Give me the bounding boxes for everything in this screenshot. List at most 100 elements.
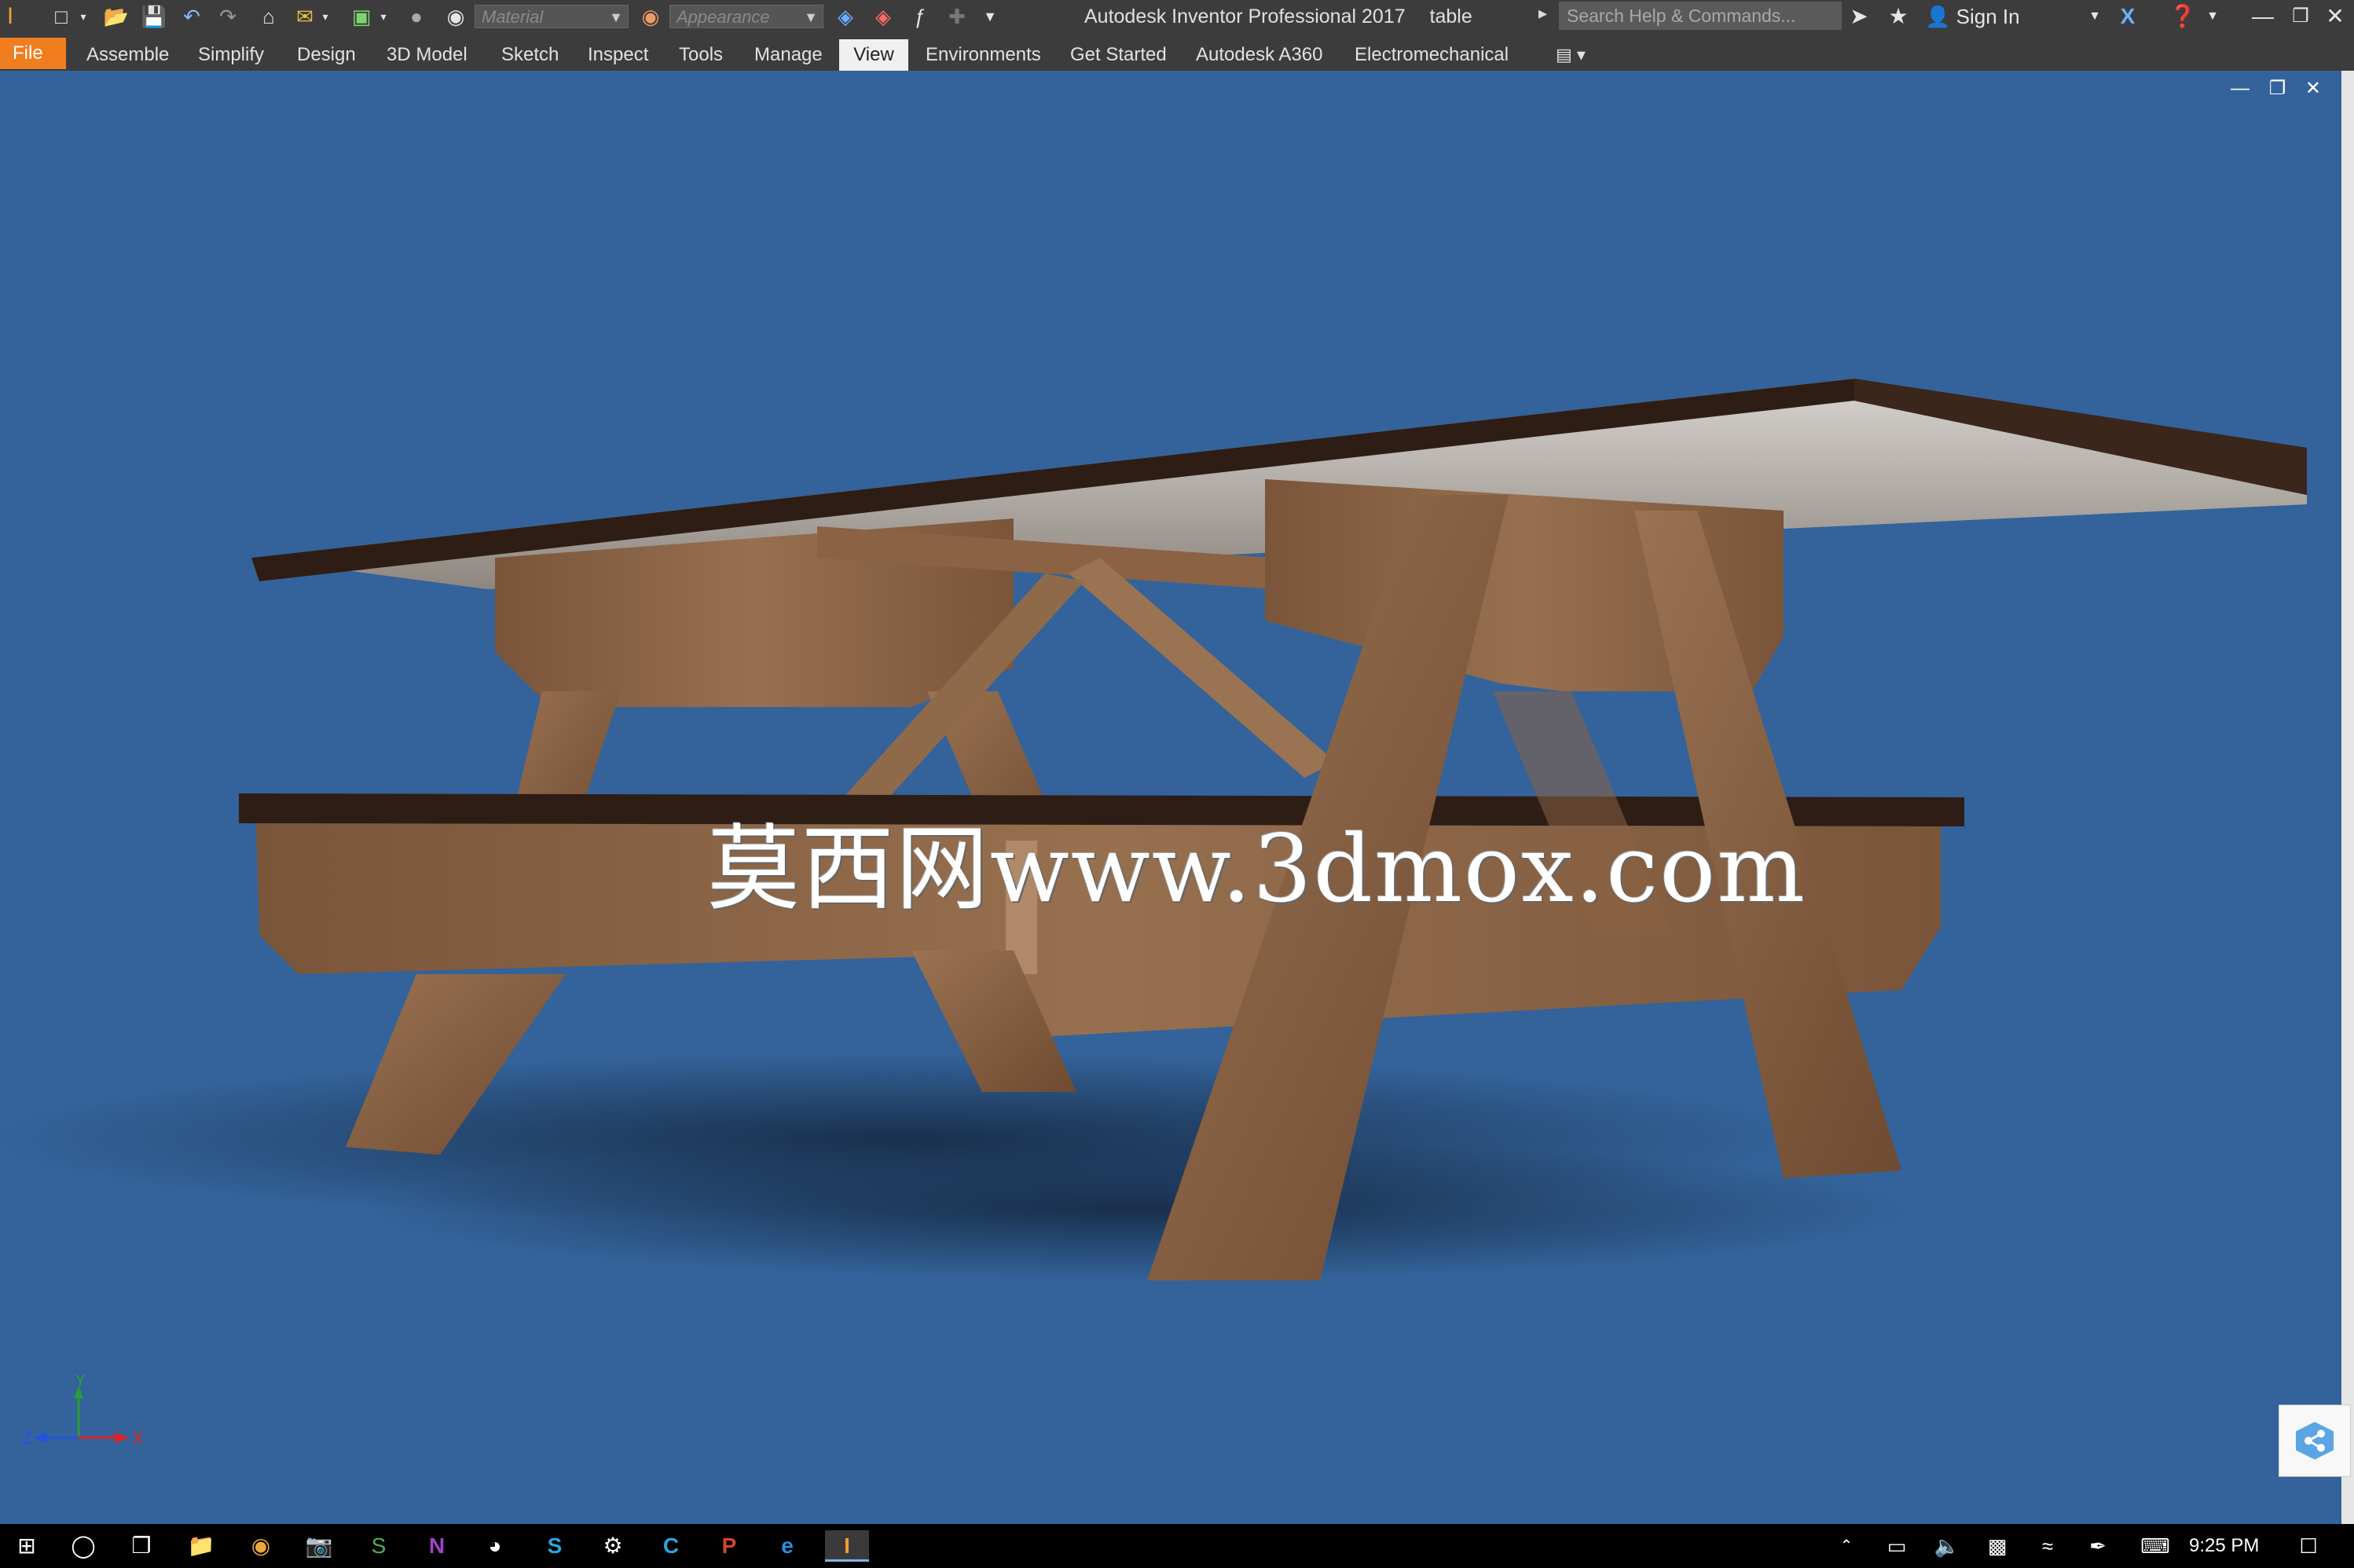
onenote-icon[interactable]: N <box>420 1530 454 1562</box>
windows-start-icon[interactable]: ⊞ <box>9 1530 44 1562</box>
viewport-scrollbar[interactable] <box>2341 71 2354 1524</box>
powerpoint-icon[interactable]: P <box>712 1530 746 1562</box>
redo-icon[interactable]: ↷ <box>212 2 244 31</box>
keyboard-icon[interactable]: ⌨ <box>2134 1524 2176 1568</box>
search-input[interactable]: Search Help & Commands... <box>1559 2 1842 30</box>
media-player-icon[interactable]: ◕ <box>478 1530 512 1562</box>
adjust-appearance-icon[interactable]: ◈ <box>830 2 861 31</box>
favorites-star-icon[interactable]: ★ <box>1883 0 1914 33</box>
graphics-viewport[interactable]: — ❐ ✕ Y X Z 莫西网www.3dmox.com <box>0 71 2341 1524</box>
user-icon: 👤 <box>1925 5 1951 28</box>
ribbon-tab-bar: File Assemble Simplify Design 3D Model S… <box>0 33 2354 71</box>
search-placeholder: Search Help & Commands... <box>1567 5 1796 26</box>
share-cube-icon <box>2296 1422 2334 1460</box>
communication-center-icon[interactable]: ➤ <box>1843 0 1875 33</box>
axis-z-label: Z <box>22 1428 32 1448</box>
tab-autodesk-a360[interactable]: Autodesk A360 <box>1183 41 1335 71</box>
select-dropdown-icon[interactable]: ▾ <box>376 2 391 31</box>
display-icon[interactable]: ▩ <box>1982 1524 2013 1568</box>
viewport-window-controls: — ❐ ✕ <box>2216 77 2321 100</box>
camera-icon[interactable]: 📷 <box>302 1530 336 1562</box>
windows-taskbar: ⊞ ◯ ❐ 📁 ◉ 📷 S N ◕ S ⚙ C P e I ⌃ ▭ 🔈 ▩ ≈ … <box>0 1524 2354 1568</box>
pen-icon[interactable]: ✒ <box>2082 1524 2114 1568</box>
appearance-dropdown-text: Appearance <box>676 7 770 27</box>
tab-sketch[interactable]: Sketch <box>489 41 571 71</box>
edge-icon[interactable]: e <box>770 1530 805 1562</box>
undo-icon[interactable]: ↶ <box>176 2 207 31</box>
action-center-icon[interactable]: ☐ <box>2293 1524 2324 1568</box>
iproperty-icon[interactable]: ✚ <box>941 2 973 31</box>
parameters-fx-icon[interactable]: ƒ <box>904 2 935 31</box>
exchange-apps-icon[interactable]: X <box>2112 0 2143 33</box>
title-bar: I □ ▾ 📂 💾 ↶ ↷ ⌂ ✉ ▾ ▣ ▾ ● ◉ Material ▼ ◉… <box>0 0 2354 33</box>
tab-inspect[interactable]: Inspect <box>575 41 661 71</box>
save-icon[interactable]: 💾 <box>138 2 170 31</box>
help-icon[interactable]: ❓ <box>2167 0 2198 33</box>
material-dropdown[interactable]: Material ▼ <box>475 5 629 28</box>
measure-icon[interactable]: ● <box>401 2 432 31</box>
inventor-taskbar-icon[interactable]: I <box>825 1530 869 1562</box>
customize-qat-icon[interactable]: ▼ <box>974 2 1006 31</box>
restore-viewport-icon[interactable]: ❐ <box>2269 78 2286 99</box>
tab-file[interactable]: File <box>0 38 66 69</box>
tab-electromechanical[interactable]: Electromechanical <box>1342 41 1521 71</box>
axis-triad: Y X Z <box>22 1375 144 1448</box>
chevron-down-icon: ▼ <box>804 9 818 25</box>
document-title-text: table <box>1429 5 1472 27</box>
axis-x-label: X <box>132 1428 144 1448</box>
sign-in-button[interactable]: 👤 Sign In <box>1925 0 2020 33</box>
tab-simplify[interactable]: Simplify <box>185 41 277 71</box>
new-dropdown-icon[interactable]: ▾ <box>75 2 91 31</box>
tab-get-started[interactable]: Get Started <box>1058 41 1179 71</box>
wifi-icon[interactable]: ≈ <box>2032 1524 2063 1568</box>
file-explorer-icon[interactable]: 📁 <box>184 1530 218 1562</box>
volume-icon[interactable]: 🔈 <box>1931 1524 1963 1568</box>
restore-window-icon[interactable]: ❐ <box>2285 0 2316 33</box>
close-viewport-icon[interactable]: ✕ <box>2305 78 2321 99</box>
tab-assemble[interactable]: Assemble <box>74 41 182 71</box>
select-icon[interactable]: ▣ <box>346 2 377 31</box>
new-file-icon[interactable]: □ <box>46 2 77 31</box>
tab-environments[interactable]: Environments <box>913 41 1054 71</box>
return-dropdown-icon[interactable]: ▾ <box>317 2 333 31</box>
sign-in-dropdown-icon[interactable]: ▼ <box>2079 0 2110 33</box>
open-folder-icon[interactable]: 📂 <box>101 2 132 31</box>
material-dropdown-text: Material <box>482 7 544 27</box>
sign-in-label: Sign In <box>1956 5 2020 28</box>
taskbar-clock[interactable]: 9:25 PM <box>2189 1524 2259 1568</box>
help-dropdown-icon[interactable]: ▼ <box>2197 0 2228 33</box>
return-icon[interactable]: ✉ <box>289 2 321 31</box>
clear-appearance-icon[interactable]: ◈ <box>867 2 899 31</box>
skype-icon[interactable]: S <box>537 1530 572 1562</box>
task-view-icon[interactable]: ❐ <box>124 1530 159 1562</box>
inventor-logo-icon[interactable]: I <box>0 2 20 31</box>
ccleaner-icon[interactable]: C <box>654 1530 688 1562</box>
settings-gear-icon[interactable]: ⚙ <box>596 1530 630 1562</box>
tab-3d-model[interactable]: 3D Model <box>374 41 480 71</box>
minimize-window-icon[interactable]: — <box>2247 0 2279 33</box>
watermark-text: 莫西网www.3dmox.com <box>707 815 1807 923</box>
tab-view[interactable]: View <box>839 39 908 71</box>
ribbon-display-toggle-icon[interactable]: ▤ ▾ <box>1543 41 1598 71</box>
chrome-icon[interactable]: ◉ <box>244 1530 278 1562</box>
close-window-icon[interactable]: ✕ <box>2319 0 2351 33</box>
share-view-button[interactable] <box>2279 1405 2351 1477</box>
tray-chevron-up-icon[interactable]: ⌃ <box>1831 1524 1862 1568</box>
minimize-viewport-icon[interactable]: — <box>2231 78 2250 99</box>
home-icon[interactable]: ⌂ <box>253 2 284 31</box>
search-expand-icon[interactable]: ▸ <box>1538 3 1547 24</box>
material-globe-icon[interactable]: ◉ <box>440 2 471 31</box>
app-title-text: Autodesk Inventor Professional 2017 <box>1084 5 1406 27</box>
window-title: Autodesk Inventor Professional 2017 tabl… <box>1084 0 1491 33</box>
cortana-search-icon[interactable]: ◯ <box>66 1530 101 1562</box>
tab-design[interactable]: Design <box>284 41 368 71</box>
sway-icon[interactable]: S <box>361 1530 396 1562</box>
chevron-down-icon: ▼ <box>609 9 623 25</box>
axis-y-label: Y <box>75 1375 86 1390</box>
battery-icon[interactable]: ▭ <box>1881 1524 1912 1568</box>
tab-manage[interactable]: Manage <box>742 41 835 71</box>
appearance-dropdown[interactable]: Appearance ▼ <box>669 5 823 28</box>
shadow-front <box>369 1139 1909 1280</box>
appearance-sphere-icon[interactable]: ◉ <box>635 2 666 31</box>
tab-tools[interactable]: Tools <box>666 41 735 71</box>
